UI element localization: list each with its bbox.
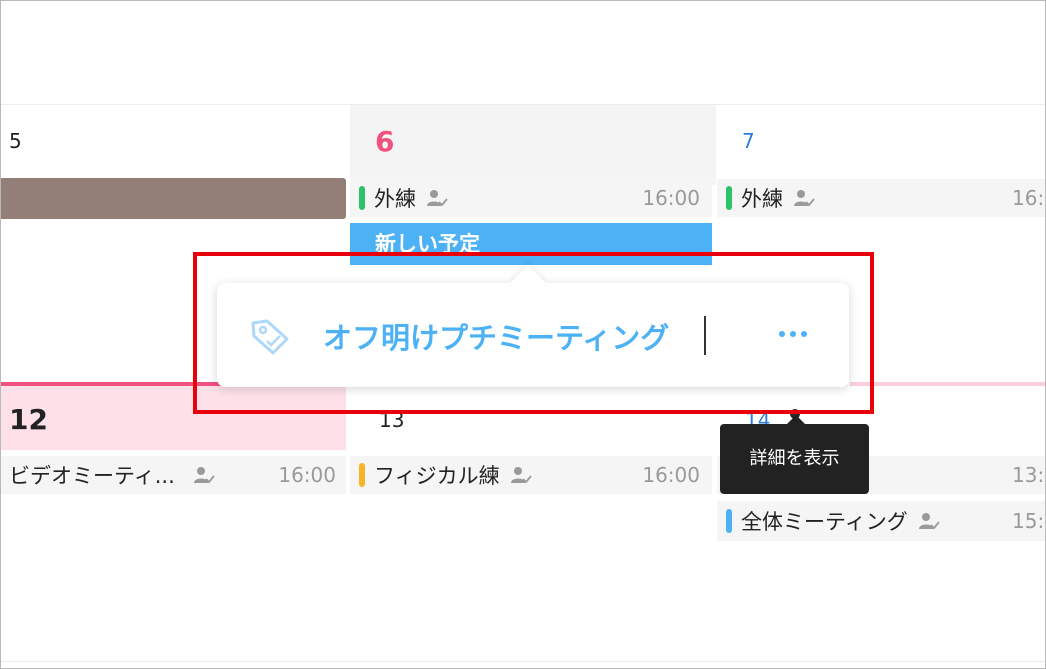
week-divider [1,661,1045,662]
day-number-12[interactable]: 12 [9,403,48,436]
event-title: フィジカル練 [374,464,500,488]
event-color-bar [726,186,732,210]
event-bar-day-5[interactable] [1,178,346,219]
event-title: 外練 [374,187,416,211]
annotation-highlight-box [193,252,874,414]
event-time: 16:00 [1012,186,1045,210]
week-top-border-pink-light [850,382,1045,386]
event-gaisen-day-6[interactable]: 外練 16:00 [350,179,712,217]
event-time: 15:00 [1012,509,1045,533]
event-color-bar [726,509,732,533]
event-time: 13:00 [1012,463,1045,487]
event-title: 全体ミーティング [741,510,908,534]
day-number-7[interactable]: 7 [742,129,755,153]
event-gaisen-day-7[interactable]: 外練 16:00 [717,179,1045,217]
event-title: ビデオミーティ... [9,464,175,488]
event-title: 外練 [741,187,783,211]
day-cell-6-highlight [350,105,716,185]
event-video-meeting-day-12[interactable]: ビデオミーティ... 16:00 [1,456,346,494]
event-time: 16:00 [278,463,336,487]
person-check-icon [510,465,532,485]
tooltip-label: 詳細を表示 [749,448,840,469]
tooltip-arrow [786,415,806,425]
person-check-icon [918,511,940,531]
day-number-6[interactable]: 6 [375,125,394,158]
event-color-bar [359,186,365,210]
event-time: 16:00 [642,186,700,210]
event-physical-day-13[interactable]: フィジカル練 16:00 [350,456,712,494]
calendar-month-view: 5 6 7 12 13 14 外練 16:00 外練 16:00 新しい予定 ビ… [0,0,1046,669]
person-check-icon [426,188,448,208]
event-time: 16:00 [642,463,700,487]
person-check-icon [193,465,215,485]
person-check-icon [793,188,815,208]
day-number-5[interactable]: 5 [9,129,22,153]
event-color-bar [359,463,365,487]
show-details-tooltip: 詳細を表示 [720,415,869,494]
event-all-hands-day-14[interactable]: 全体ミーティング 15:00 [717,501,1045,541]
